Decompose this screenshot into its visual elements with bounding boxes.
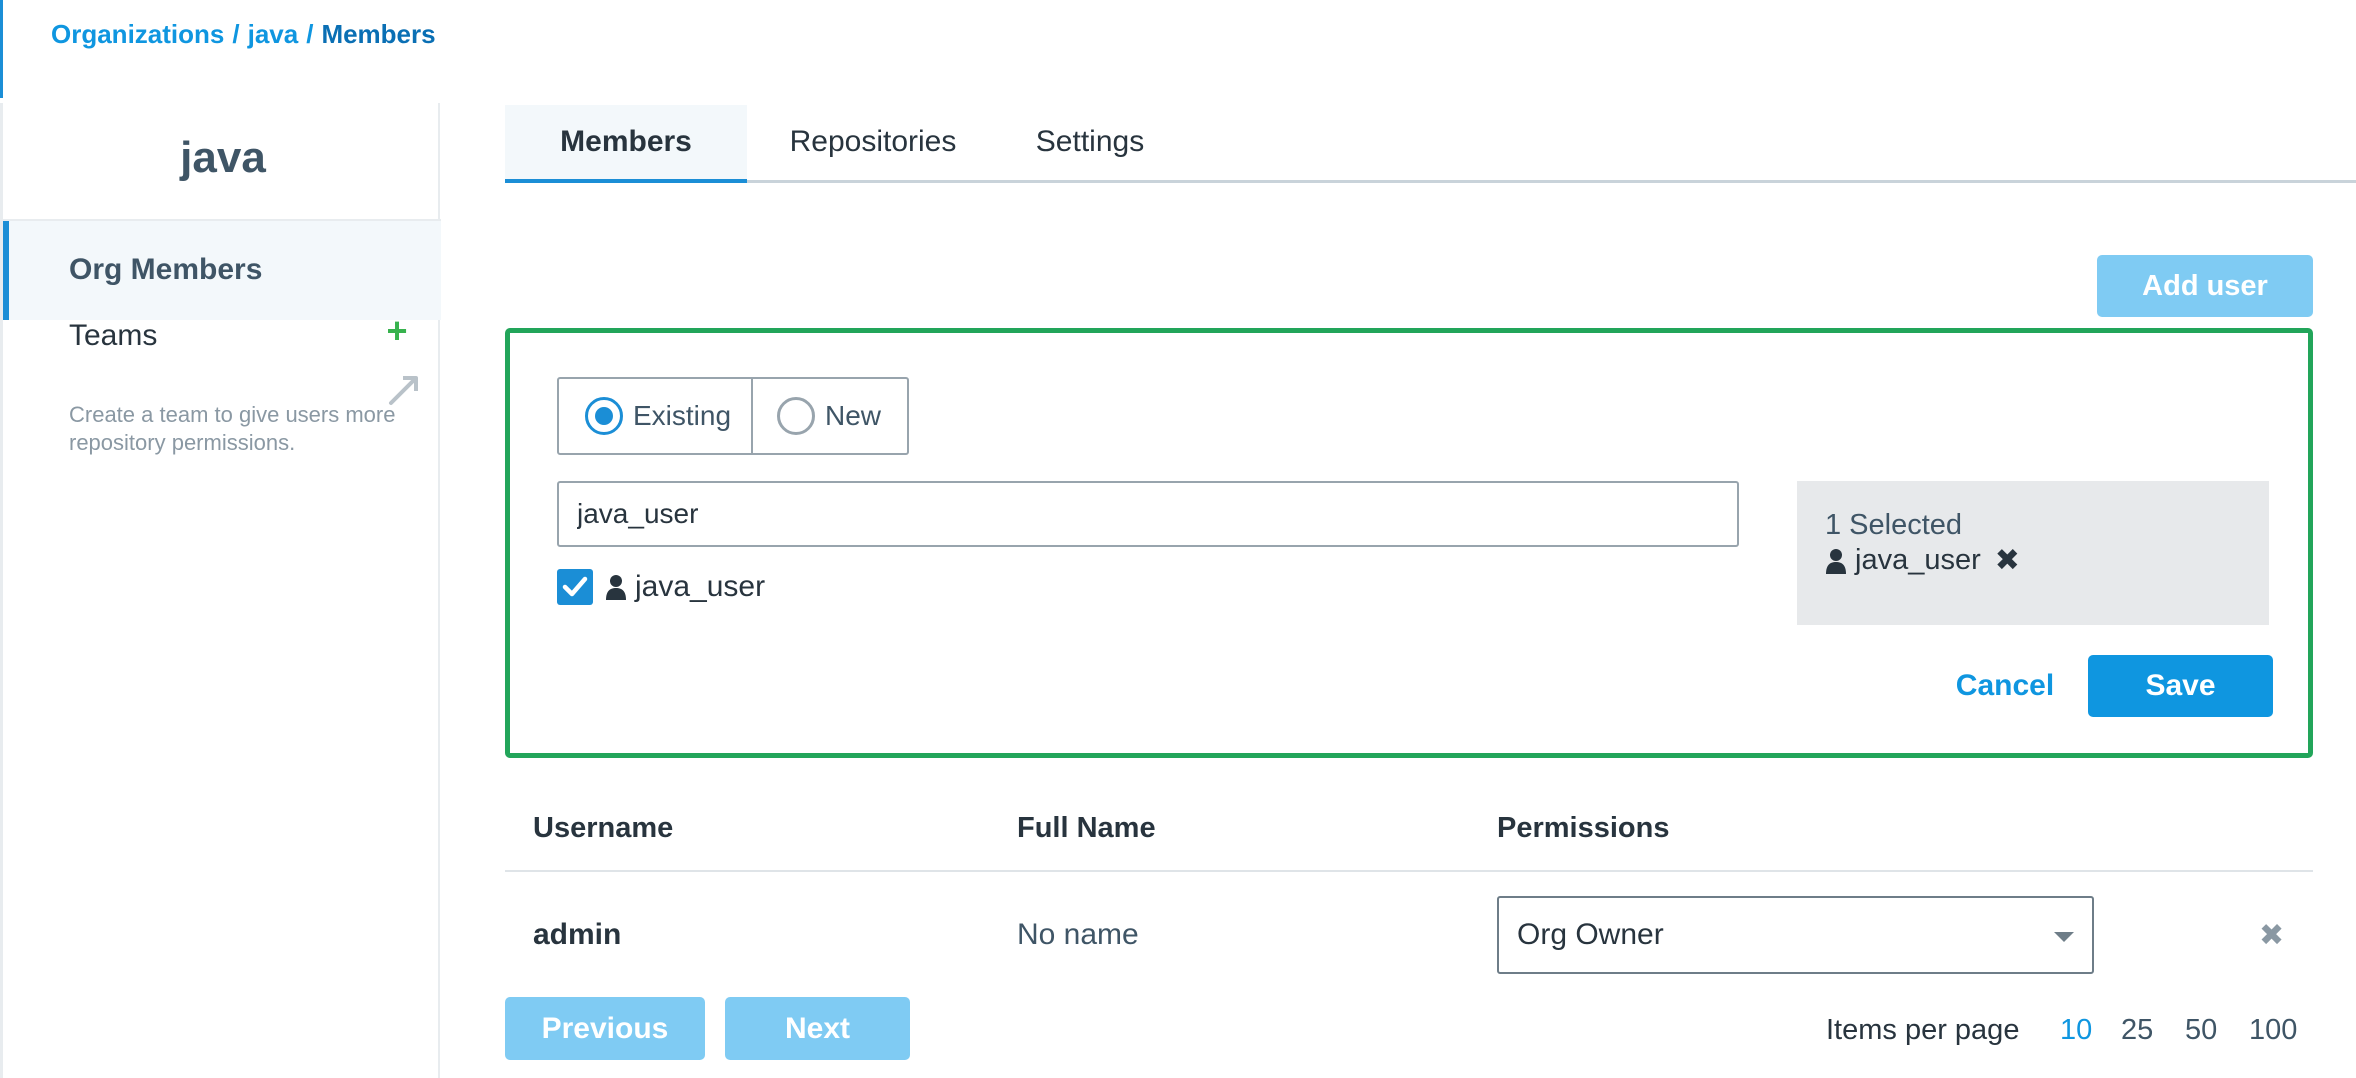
sidebar-item-org-members[interactable]: Org Members: [3, 221, 441, 320]
selected-username: java_user: [1855, 544, 1981, 576]
new-option[interactable]: New: [753, 379, 907, 453]
sidebar: java Org Members Teams + Create a team t…: [0, 103, 441, 1078]
breadcrumb-organizations-link[interactable]: Organizations: [51, 19, 224, 49]
breadcrumb-current: Members: [321, 19, 436, 49]
row-full-name: No name: [1017, 918, 1139, 951]
breadcrumb-separator: /: [232, 19, 240, 49]
sidebar-item-teams[interactable]: Teams: [69, 319, 157, 353]
cancel-button[interactable]: Cancel: [1930, 655, 2080, 717]
tab-repositories[interactable]: Repositories: [773, 105, 973, 183]
items-per-page-label: Items per page: [1826, 1014, 2020, 1046]
remove-selected-close-icon[interactable]: ✖: [1995, 543, 2020, 578]
row-username: admin: [533, 918, 622, 951]
result-checkbox[interactable]: [557, 569, 593, 605]
save-button[interactable]: Save: [2088, 655, 2273, 717]
user-icon: [606, 575, 626, 600]
permission-selected-value: Org Owner: [1517, 918, 1664, 951]
sidebar-item-label: Org Members: [69, 253, 263, 286]
add-team-plus-icon[interactable]: +: [384, 313, 410, 349]
items-per-page-50[interactable]: 50: [2185, 1014, 2217, 1047]
teams-hint-text: Create a team to give users more reposit…: [69, 402, 396, 455]
column-header-username[interactable]: Username: [533, 812, 673, 845]
items-per-page-100[interactable]: 100: [2249, 1014, 2297, 1047]
breadcrumb: Organizations / java / Members: [51, 19, 436, 50]
add-user-panel: Existing New java_user 1 Selected java_u…: [505, 328, 2313, 758]
selected-count: 1 Selected: [1825, 509, 1963, 541]
permission-select[interactable]: Org Owner: [1497, 896, 2094, 974]
table-header-divider: [505, 870, 2313, 872]
remove-member-close-icon[interactable]: ✖: [2259, 918, 2284, 953]
column-header-full-name[interactable]: Full Name: [1017, 812, 1156, 845]
items-per-page-10[interactable]: 10: [2060, 1014, 2092, 1047]
checkmark-icon: [562, 576, 588, 597]
tab-bar: Members Repositories Settings: [505, 105, 2356, 183]
search-result-item[interactable]: java_user: [557, 567, 765, 607]
user-mode-toggle: Existing New: [557, 377, 909, 455]
org-name-heading: java: [180, 133, 266, 182]
selected-user-chip: java_user ✖: [1825, 543, 2020, 578]
tab-members[interactable]: Members: [505, 105, 747, 183]
breadcrumb-org-link[interactable]: java: [248, 19, 299, 49]
add-user-button[interactable]: Add user: [2097, 255, 2313, 317]
existing-label: Existing: [633, 400, 732, 431]
column-header-permissions[interactable]: Permissions: [1497, 812, 1669, 845]
selected-users-box: 1 Selected java_user ✖: [1797, 481, 2269, 625]
top-header: Organizations / java / Members: [0, 0, 2356, 98]
user-icon: [1826, 548, 1846, 574]
existing-option[interactable]: Existing: [559, 379, 753, 453]
caret-down-icon: [2054, 932, 2074, 942]
radio-new[interactable]: [777, 397, 815, 435]
previous-page-button[interactable]: Previous: [505, 997, 705, 1060]
radio-existing[interactable]: [585, 397, 623, 435]
result-username: java_user: [635, 570, 766, 603]
next-page-button[interactable]: Next: [725, 997, 910, 1060]
breadcrumb-separator: /: [306, 19, 314, 49]
new-label: New: [825, 400, 882, 431]
tab-settings[interactable]: Settings: [1015, 105, 1165, 183]
user-search-input[interactable]: [557, 481, 1739, 547]
items-per-page-25[interactable]: 25: [2121, 1014, 2153, 1047]
